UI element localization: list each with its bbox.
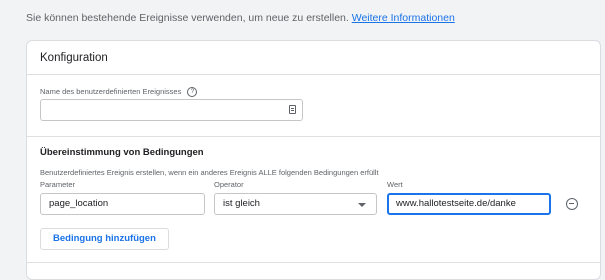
operator-select[interactable]: ist gleich: [214, 193, 377, 215]
help-icon[interactable]: ?: [187, 87, 198, 98]
divider: [27, 74, 600, 75]
conditions-description: Benutzerdefiniertes Ereignis erstellen, …: [40, 168, 379, 177]
configuration-card: Konfiguration Name des benutzerdefiniert…: [26, 40, 601, 280]
event-name-label: Name des benutzerdefinierten Ereignisses: [40, 87, 182, 96]
event-name-label-row: Name des benutzerdefinierten Ereignisses…: [40, 87, 198, 98]
intro-text: Sie können bestehende Ereignisse verwend…: [26, 12, 455, 24]
conditions-title: Übereinstimmung von Bedingungen: [40, 147, 204, 158]
parameter-label: Parameter: [40, 180, 76, 189]
document-icon: [289, 105, 296, 114]
configuration-title: Konfiguration: [40, 52, 108, 64]
event-name-input[interactable]: [40, 99, 303, 121]
divider: [27, 136, 600, 137]
add-condition-button[interactable]: Bedingung hinzufügen: [40, 228, 169, 250]
value-label: Wert: [387, 180, 403, 189]
operator-value: ist gleich: [223, 198, 260, 209]
parameter-value: page_location: [49, 198, 109, 209]
learn-more-link[interactable]: Weitere Informationen: [352, 12, 455, 24]
intro-description: Sie können bestehende Ereignisse verwend…: [26, 12, 349, 24]
operator-label: Operator: [214, 180, 244, 189]
remove-condition-icon[interactable]: [566, 198, 578, 210]
parameter-input[interactable]: page_location: [40, 193, 205, 215]
divider: [27, 262, 600, 263]
chevron-down-icon: [358, 203, 366, 207]
value-text: www.hallotestseite.de/danke: [396, 198, 516, 209]
value-input[interactable]: www.hallotestseite.de/danke: [387, 193, 551, 215]
